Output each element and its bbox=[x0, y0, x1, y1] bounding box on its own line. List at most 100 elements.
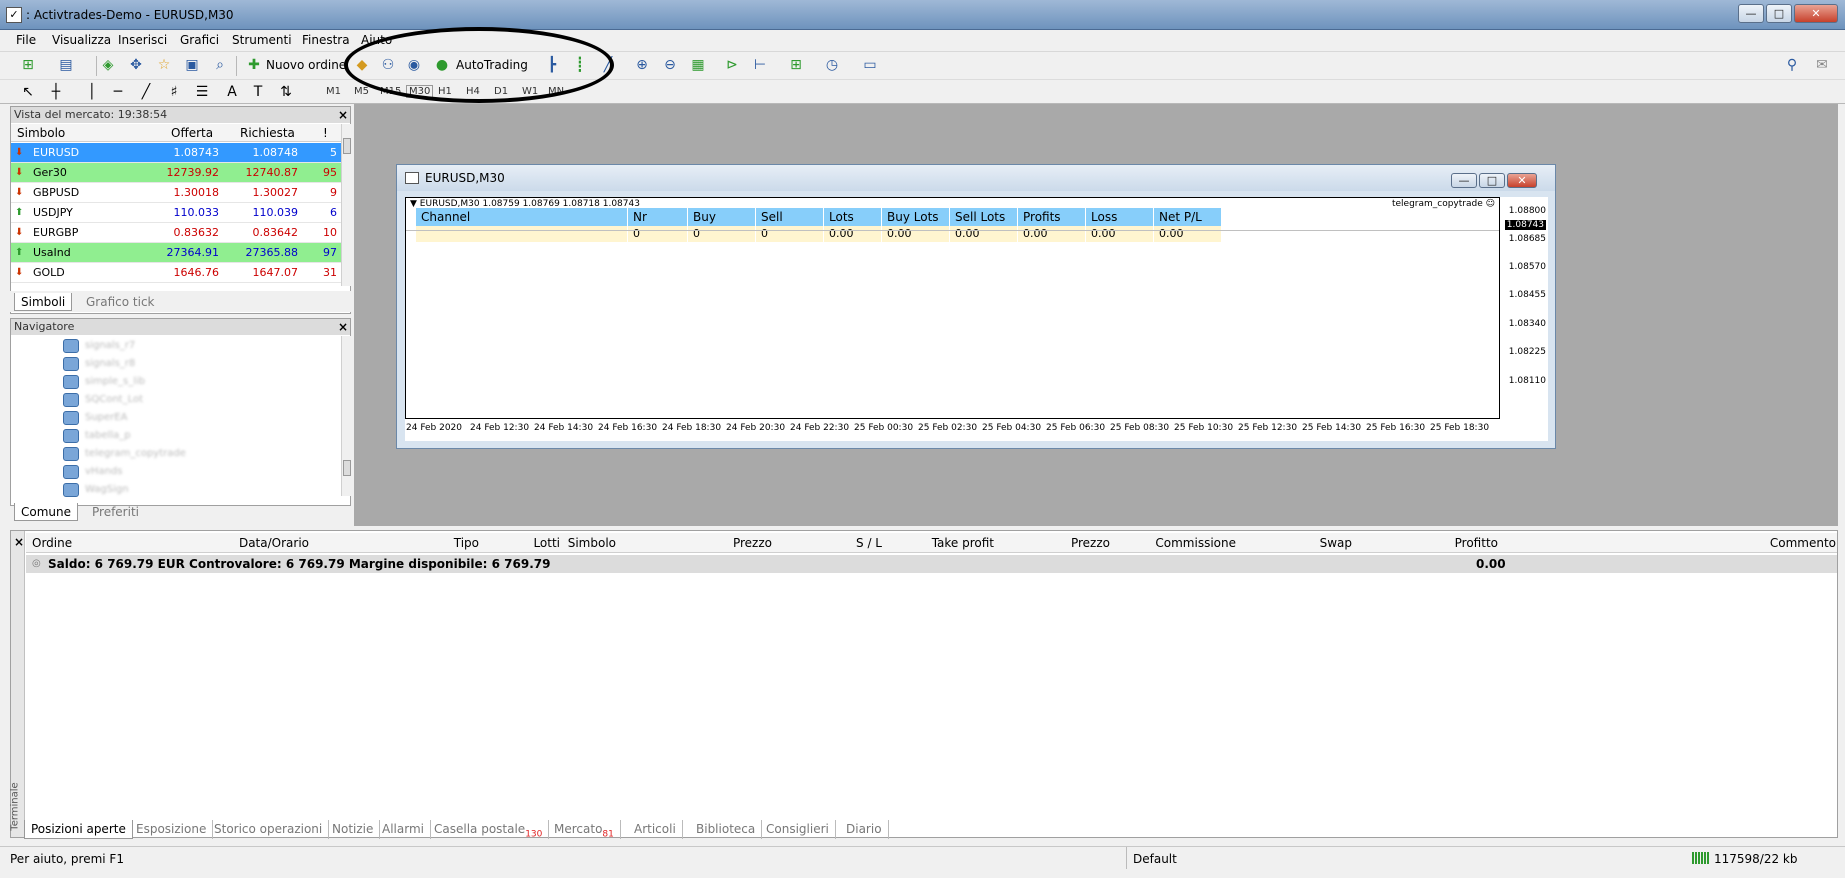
column-symbol[interactable]: Simbolo bbox=[17, 126, 65, 140]
text-icon[interactable]: A bbox=[222, 82, 242, 102]
market-watch-scrollbar[interactable] bbox=[341, 124, 351, 286]
periods-icon[interactable]: ◷ bbox=[822, 55, 842, 75]
chart-window[interactable]: EURUSD,M30 — □ ✕ ▼ EURUSD,M30 1.08759 1.… bbox=[396, 164, 1556, 449]
terminal-column-header[interactable]: Prezzo bbox=[733, 536, 772, 550]
maximize-button[interactable]: □ bbox=[1766, 4, 1792, 23]
terminal-column-header[interactable]: S / L bbox=[856, 536, 882, 550]
toolbar-separator bbox=[236, 56, 237, 76]
navigator-icon[interactable]: ☆ bbox=[154, 55, 174, 75]
terminal-tab[interactable]: Notizie bbox=[326, 820, 381, 839]
fibonacci-icon[interactable]: ☰ bbox=[192, 82, 212, 102]
terminal-tab[interactable]: Consiglieri bbox=[760, 820, 836, 839]
crosshair-icon[interactable]: ┼ bbox=[46, 82, 66, 102]
terminal-tab[interactable]: Posizioni aperte bbox=[24, 820, 133, 839]
market-row[interactable]: ⬆ UsaInd 27364.91 27365.88 97 bbox=[11, 243, 341, 263]
terminal-column-header[interactable]: Swap bbox=[1320, 536, 1352, 550]
chart-minimize-button[interactable]: — bbox=[1451, 173, 1477, 188]
close-icon[interactable]: × bbox=[338, 108, 348, 122]
terminal-column-header[interactable]: Profitto bbox=[1455, 536, 1498, 550]
label-icon[interactable]: T bbox=[248, 82, 268, 102]
zoom-out-icon[interactable]: ⊖ bbox=[660, 55, 680, 75]
market-row[interactable]: ⬇ GBPUSD 1.30018 1.30027 9 bbox=[11, 183, 341, 203]
tab-symbols[interactable]: Simboli bbox=[14, 293, 73, 311]
scrollbar-thumb[interactable] bbox=[343, 138, 351, 154]
terminal-tab[interactable]: Esposizione bbox=[130, 820, 214, 839]
terminal-tab[interactable]: Casella postale130 bbox=[428, 820, 550, 839]
navigator-scrollbar[interactable] bbox=[341, 336, 351, 496]
terminal-column-header[interactable]: Take profit bbox=[932, 536, 994, 550]
market-row[interactable]: ⬇ EURGBP 0.83632 0.83642 10 bbox=[11, 223, 341, 243]
tab-tick-chart[interactable]: Grafico tick bbox=[80, 293, 160, 311]
timeframe-m5[interactable]: M5 bbox=[354, 86, 369, 97]
tile-windows-icon[interactable]: ▦ bbox=[688, 55, 708, 75]
navigator-item-label: telegram_copytrade bbox=[85, 448, 186, 459]
menu-tools[interactable]: Strumenti bbox=[232, 33, 292, 47]
terminal-column-header[interactable]: Commento bbox=[1770, 536, 1836, 550]
strategy-tester-icon[interactable]: ⌕ bbox=[210, 55, 230, 75]
column-ask[interactable]: Richiesta bbox=[240, 126, 295, 140]
new-order-icon[interactable]: ✚ bbox=[244, 55, 264, 75]
new-order-button[interactable]: Nuovo ordine bbox=[266, 55, 346, 75]
menu-file[interactable]: File bbox=[16, 33, 36, 47]
search-icon[interactable]: ⚲ bbox=[1782, 55, 1802, 75]
data-window-icon[interactable]: ✥ bbox=[126, 55, 146, 75]
chart-canvas[interactable]: ▼ EURUSD,M30 1.08759 1.08769 1.08718 1.0… bbox=[405, 197, 1500, 419]
close-icon[interactable]: × bbox=[338, 320, 348, 334]
menu-window[interactable]: Finestra bbox=[302, 33, 350, 47]
terminal-tab[interactable]: Storico operazioni bbox=[208, 820, 330, 839]
cursor-icon[interactable]: ↖ bbox=[18, 82, 38, 102]
templates-icon[interactable]: ▭ bbox=[860, 55, 880, 75]
terminal-tab[interactable]: Articoli bbox=[628, 820, 683, 839]
menu-view[interactable]: Visualizza bbox=[52, 33, 111, 47]
close-button[interactable]: ✕ bbox=[1794, 4, 1838, 23]
chart-shift-icon[interactable]: ⊢ bbox=[750, 55, 770, 75]
expert-advisor-label[interactable]: telegram_copytrade ☺ bbox=[1392, 199, 1495, 209]
column-spread[interactable]: ! bbox=[323, 126, 328, 140]
channel-icon[interactable]: ♯ bbox=[164, 82, 184, 102]
terminal-column-header[interactable]: Commissione bbox=[1155, 536, 1236, 550]
market-row[interactable]: ⬇ GOLD 1646.76 1647.07 31 bbox=[11, 263, 341, 283]
terminal-column-header[interactable]: Simbolo bbox=[568, 536, 616, 550]
column-bid[interactable]: Offerta bbox=[171, 126, 213, 140]
terminal-column-header[interactable]: Tipo bbox=[454, 536, 479, 550]
chart-window-titlebar[interactable]: EURUSD,M30 bbox=[397, 165, 1555, 191]
terminal-icon[interactable]: ▣ bbox=[182, 55, 202, 75]
terminal-column-header[interactable]: Prezzo bbox=[1071, 536, 1110, 550]
price-label: 1.08570 bbox=[1508, 262, 1546, 272]
terminal-tab[interactable]: Mercato81 bbox=[548, 820, 621, 839]
terminal-tab[interactable]: Diario bbox=[840, 820, 889, 839]
stats-value: 0 bbox=[688, 226, 755, 242]
close-icon[interactable]: × bbox=[14, 535, 24, 549]
market-row[interactable]: ⬇ EURUSD 1.08743 1.08748 5 bbox=[11, 143, 341, 163]
market-row[interactable]: ⬇ Ger30 12739.92 12740.87 95 bbox=[11, 163, 341, 183]
market-watch-icon[interactable]: ◈ bbox=[98, 55, 118, 75]
menu-insert[interactable]: Inserisci bbox=[118, 33, 167, 47]
trendline-icon[interactable]: ╱ bbox=[136, 82, 156, 102]
indicators-icon[interactable]: ⊞ bbox=[786, 55, 806, 75]
menu-charts[interactable]: Grafici bbox=[180, 33, 219, 47]
terminal-column-header[interactable]: Lotti bbox=[533, 536, 560, 550]
chart-close-button[interactable]: ✕ bbox=[1507, 173, 1537, 188]
terminal-tab[interactable]: Biblioteca bbox=[690, 820, 763, 839]
tab-common[interactable]: Comune bbox=[14, 503, 79, 521]
chat-icon[interactable]: ✉ bbox=[1812, 55, 1832, 75]
horizontal-line-icon[interactable]: ─ bbox=[108, 82, 128, 102]
new-chart-icon[interactable]: ⊞ bbox=[18, 55, 38, 75]
terminal-tab[interactable]: Allarmi bbox=[376, 820, 431, 839]
timeframe-m1[interactable]: M1 bbox=[326, 86, 341, 97]
zoom-in-icon[interactable]: ⊕ bbox=[632, 55, 652, 75]
vertical-line-icon[interactable]: │ bbox=[82, 82, 102, 102]
chart-maximize-button[interactable]: □ bbox=[1479, 173, 1505, 188]
auto-scroll-icon[interactable]: ⊳ bbox=[722, 55, 742, 75]
minimize-button[interactable]: — bbox=[1738, 4, 1764, 23]
status-profile[interactable]: Default bbox=[1133, 852, 1177, 866]
arrows-icon[interactable]: ⇅ bbox=[276, 82, 296, 102]
market-row[interactable]: ⬆ USDJPY 110.033 110.039 6 bbox=[11, 203, 341, 223]
terminal-panel: × Terminale Ordine Data/Orario Tipo Lotti Si… bbox=[10, 530, 1838, 838]
tab-favorites[interactable]: Preferiti bbox=[86, 503, 145, 521]
profiles-icon[interactable]: ▤ bbox=[56, 55, 76, 75]
terminal-column-header[interactable]: Ordine bbox=[32, 536, 72, 550]
terminal-column-header[interactable]: Data/Orario bbox=[239, 536, 309, 550]
scrollbar-thumb[interactable] bbox=[343, 460, 351, 476]
navigator-panel: Navigatore × signals_r7 signals_r8 simple_… bbox=[10, 318, 351, 506]
